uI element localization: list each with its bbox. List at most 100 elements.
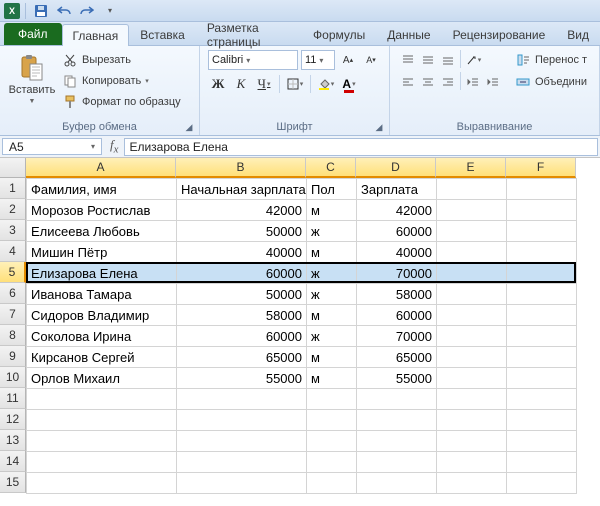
cell[interactable] [357,410,437,431]
cell[interactable] [437,179,507,200]
cell[interactable] [27,389,177,410]
cell[interactable] [507,347,577,368]
table-row[interactable]: Елисеева Любовь50000ж60000 [27,221,577,242]
tab-insert[interactable]: Вставка [129,23,196,45]
column-header[interactable]: B [176,158,306,178]
row-header[interactable]: 9 [0,346,26,367]
cell[interactable] [307,473,357,494]
cell[interactable]: Елисеева Любовь [27,221,177,242]
cell[interactable]: 58000 [357,284,437,305]
cell[interactable]: Иванова Тамара [27,284,177,305]
table-row[interactable]: Елизарова Елена60000ж70000 [27,263,577,284]
cell[interactable]: ж [307,263,357,284]
tab-page-layout[interactable]: Разметка страницы [196,23,302,45]
paste-button[interactable]: Вставить ▼ [8,50,56,109]
cell[interactable] [437,347,507,368]
row-header[interactable]: 7 [0,304,26,325]
table-row[interactable]: Соколова Ирина60000ж70000 [27,326,577,347]
cell[interactable] [437,242,507,263]
cell[interactable] [437,326,507,347]
table-row[interactable] [27,410,577,431]
tab-file[interactable]: Файл [4,23,62,45]
table-row[interactable]: Иванова Тамара50000ж58000 [27,284,577,305]
cell[interactable]: 65000 [177,347,307,368]
cell[interactable] [307,452,357,473]
cell[interactable]: 55000 [357,368,437,389]
cell[interactable] [507,326,577,347]
increase-indent-button[interactable] [483,72,503,92]
font-size-combo[interactable]: 11▾ [301,50,335,70]
qat-customize-icon[interactable]: ▾ [100,2,120,20]
row-header[interactable]: 12 [0,409,26,430]
column-header[interactable]: F [506,158,576,178]
cell[interactable] [507,473,577,494]
cell[interactable]: Мишин Пётр [27,242,177,263]
cell[interactable]: 40000 [177,242,307,263]
cut-button[interactable]: Вырезать [62,50,181,70]
column-header[interactable]: A [26,158,176,178]
font-name-combo[interactable]: Calibri▾ [208,50,298,70]
row-header[interactable]: 4 [0,241,26,262]
cell[interactable]: 50000 [177,284,307,305]
table-row[interactable]: Фамилия, имяНачальная зарплатаПолЗарплат… [27,179,577,200]
cell[interactable] [437,305,507,326]
cell[interactable] [437,284,507,305]
cell[interactable] [307,410,357,431]
cell[interactable] [437,389,507,410]
tab-formulas[interactable]: Формулы [302,23,376,45]
column-header[interactable]: E [436,158,506,178]
cell[interactable] [307,431,357,452]
cell[interactable]: 70000 [357,263,437,284]
cell[interactable]: 42000 [357,200,437,221]
cell[interactable]: Фамилия, имя [27,179,177,200]
cell[interactable] [507,431,577,452]
cell[interactable] [177,431,307,452]
table-row[interactable] [27,431,577,452]
cell[interactable]: 60000 [357,221,437,242]
cell[interactable]: 60000 [177,263,307,284]
cell[interactable] [507,263,577,284]
cell[interactable] [177,410,307,431]
cell[interactable]: 65000 [357,347,437,368]
cell[interactable] [507,221,577,242]
cell[interactable] [357,389,437,410]
fill-color-button[interactable] [316,74,336,94]
shrink-font-button[interactable]: A▾ [361,50,381,70]
cell[interactable] [437,473,507,494]
cell[interactable] [437,410,507,431]
cell[interactable]: ж [307,284,357,305]
cell[interactable] [27,431,177,452]
align-center-button[interactable] [418,72,438,92]
tab-data[interactable]: Данные [376,23,441,45]
underline-button[interactable]: Ч [254,74,274,94]
select-all-corner[interactable] [0,158,26,178]
cell[interactable]: Морозов Ростислав [27,200,177,221]
align-right-button[interactable] [438,72,458,92]
cell[interactable]: м [307,368,357,389]
cell[interactable] [177,452,307,473]
cell[interactable] [507,305,577,326]
cell[interactable]: м [307,242,357,263]
cell[interactable] [437,431,507,452]
italic-button[interactable]: К [231,74,251,94]
cell[interactable]: м [307,347,357,368]
row-header[interactable]: 8 [0,325,26,346]
cell[interactable] [437,452,507,473]
save-icon[interactable] [31,2,51,20]
bold-button[interactable]: Ж [208,74,228,94]
cell[interactable] [437,368,507,389]
cell[interactable] [437,200,507,221]
cell[interactable]: 50000 [177,221,307,242]
cell[interactable]: ж [307,326,357,347]
grow-font-button[interactable]: A▴ [338,50,358,70]
cell[interactable]: 58000 [177,305,307,326]
column-header[interactable]: D [356,158,436,178]
borders-button[interactable] [285,74,305,94]
fx-icon[interactable]: fx [104,137,124,156]
cell[interactable] [27,473,177,494]
tab-review[interactable]: Рецензирование [442,23,557,45]
undo-icon[interactable] [54,2,74,20]
formula-bar[interactable]: Елизарова Елена [124,138,598,156]
cell[interactable] [357,473,437,494]
table-row[interactable]: Орлов Михаил55000м55000 [27,368,577,389]
